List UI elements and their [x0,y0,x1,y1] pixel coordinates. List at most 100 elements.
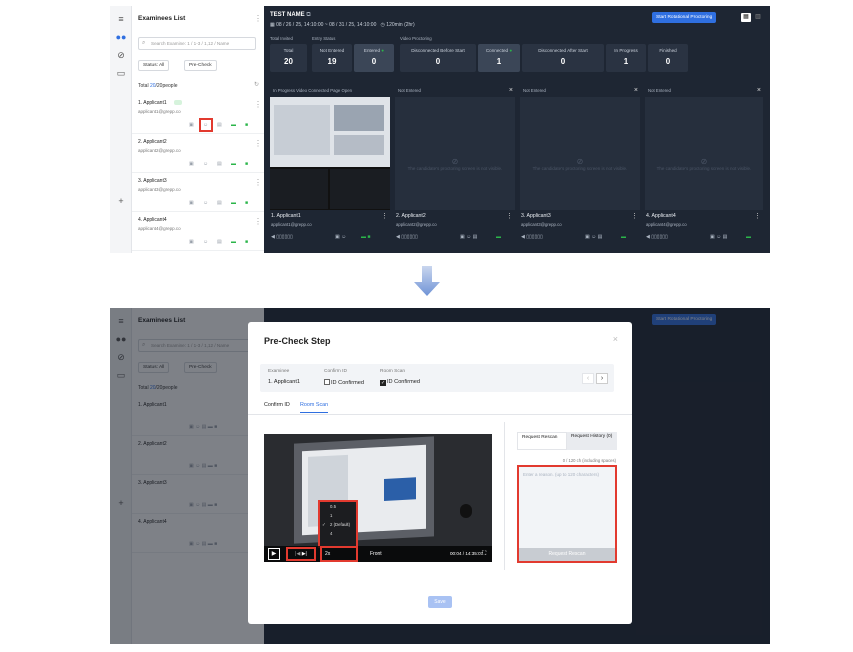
sidebar-title: Examinees List [138,15,186,22]
tab-confirm-id[interactable]: Confirm ID [264,402,290,408]
proctoring-dashboard: ≡ ●● ⊘ ▭ + Examinees List ⋮ ⌕ Search Exam… [110,6,770,253]
item-more-icon[interactable]: ⋮ [254,178,262,187]
speed-option[interactable]: 4 [320,529,356,538]
list-item[interactable]: 2. Applicant2 applicant2@grepp.co ⋮ ▣ ☺ … [132,134,264,173]
video-feed: ⊘ The candidate's proctoring screen is no… [645,97,763,210]
camera-icon[interactable]: ■ [245,239,248,245]
tab-room-scan[interactable]: Room Scan [300,402,329,413]
message-icon[interactable]: ▬ [231,161,236,167]
list-item[interactable]: 3. Applicant3 applicant3@grepp.co ⋮ ▣ ☺ … [132,173,264,212]
status-filter[interactable]: Status: All [138,60,170,71]
id-card-icon[interactable]: ▣ [189,122,194,128]
collapse-menu-icon[interactable]: ≡ [115,14,127,24]
start-rotational-proctoring-button[interactable]: Start Rotational Proctoring [652,12,717,23]
playback-speed-button[interactable]: 2x [320,546,358,562]
sidebar-more-icon[interactable]: ⋮ [254,14,262,23]
card-more-icon[interactable]: ⋮ [506,212,513,220]
grid-view-icon[interactable]: ▦ [741,13,751,22]
speaker-icon: ◀ [646,234,650,240]
screen-icon[interactable]: ▤ [217,200,222,206]
volume-meter: ▯▯▯▯▯▯ [276,234,293,240]
item-more-icon[interactable]: ⋮ [254,100,262,109]
camera-icon[interactable]: ■ [245,200,248,206]
play-button[interactable]: ▶ [268,548,280,560]
frame-step-buttons[interactable]: |◀ ▶| [286,547,316,561]
camera-icon[interactable]: ■ [245,161,248,167]
rescan-reason-textarea[interactable]: Enter a reason. (up to 120 characters) R… [517,465,617,563]
message-icon: ▬ [621,234,626,240]
video-card[interactable]: Not Entered × ⊘ The candidate's proctoring… [520,86,640,246]
tab-request-history[interactable]: Request History (0) [567,432,617,450]
video-card[interactable]: Not Entered × ⊘ The candidate's proctoring… [395,86,515,246]
chat-icon[interactable]: ▭ [115,68,127,78]
next-examinee-button[interactable]: › [596,373,608,384]
card-more-icon[interactable]: ⋮ [754,212,761,220]
mobile-feed [330,169,390,209]
no-video-icon: ⊘ [576,157,584,166]
list-view-icon[interactable]: ▥ [753,13,763,22]
left-rail: ≡ ●● ⊘ ▭ + [110,6,132,253]
speed-option-selected[interactable]: ✓ 2 (Default) [320,520,356,529]
video-feed: ⊘ The candidate's proctoring screen is no… [520,97,640,210]
char-counter: 0 / 120 ch (including spaces) [562,458,616,463]
playback-speed-menu[interactable]: 0.5 1 ✓ 2 (Default) 4 [318,500,358,548]
speed-option[interactable]: 1 [320,511,356,520]
id-card-icon[interactable]: ▣ [189,161,194,167]
add-icon[interactable]: + [115,196,127,206]
id-card-icon[interactable]: ▣ [189,239,194,245]
screen-icon[interactable]: ▤ [217,239,222,245]
id-card-icon: ▣ ☺ ▤ [460,234,478,240]
message-icon[interactable]: ▬ [231,200,236,206]
face-scan-icon[interactable]: ☺ [203,200,208,206]
prev-examinee-button[interactable]: ‹ [582,373,594,384]
precheck-modal: Pre-Check Step × Examinee 1. Applicant1 … [248,322,632,624]
step-back-icon: |◀ [295,551,301,557]
examinees-sidebar: Examinees List ⋮ ⌕ Search Examine: 1 / 1-… [132,6,264,253]
item-more-icon[interactable]: ⋮ [254,217,262,226]
face-scan-icon[interactable]: ☺ [203,239,208,245]
id-card-icon[interactable]: ▣ [189,200,194,206]
stat-finished: Finished 0 [648,44,688,72]
search-input[interactable]: ⌕Search Examine: 1 / 1-3 / 1,12 / Name [138,37,256,50]
card-more-icon[interactable]: ⋮ [631,212,638,220]
modal-title: Pre-Check Step [264,336,331,346]
fullscreen-icon[interactable]: ⛶ [482,546,486,562]
divider [248,414,632,415]
message-icon[interactable]: ▬ [231,122,236,128]
precheck-filter[interactable]: Pre-Check [184,60,217,71]
search-icon: ⌕ [142,40,146,46]
group-total-invited: Total Invited [270,36,293,41]
group-video-proctoring: Video Proctoring [400,36,432,41]
video-card[interactable]: In Progress Video Connected Page Open 1.… [270,86,390,246]
external-link-icon[interactable]: ⧉ [306,12,310,18]
refresh-icon[interactable]: ↻ [254,81,259,88]
close-icon[interactable]: × [509,86,513,96]
speed-option[interactable]: 0.5 [320,502,356,511]
screen-icon[interactable]: ▤ [217,122,222,128]
list-item[interactable]: 4. Applicant4 applicant4@grepp.co ⋮ ▣ ☺ … [132,212,264,251]
room-scan-video[interactable]: 0.5 1 ✓ 2 (Default) 4 ▶ |◀ ▶| 2x Front 00… [264,434,492,562]
close-icon[interactable]: × [634,86,638,96]
block-icon[interactable]: ⊘ [115,50,127,60]
id-card-icon: ▣ ☺ ▤ [710,234,728,240]
stat-not-entered: Not Entered 19 [312,44,352,72]
id-card-icon: ▣ ☺ ▤ [585,234,603,240]
tab-request-rescan[interactable]: Request Rescan [517,432,567,450]
stat-entered: Entered ● 0 [354,44,394,72]
camera-icon[interactable]: ■ [245,122,248,128]
close-icon[interactable]: × [613,334,618,344]
speaker-icon: ◀ [396,234,400,240]
item-more-icon[interactable]: ⋮ [254,139,262,148]
message-icon[interactable]: ▬ [231,239,236,245]
time-display: 00:04 / 14:35:07 [450,551,484,556]
video-card[interactable]: Not Entered × ⊘ The candidate's proctoring… [645,86,763,246]
card-more-icon[interactable]: ⋮ [381,212,388,220]
list-item[interactable]: 1. Applicant1 applicant1@grepp.co ⋮ ▣ ☺ … [132,95,264,134]
face-scan-icon[interactable]: ☺ [203,161,208,167]
users-icon[interactable]: ●● [115,32,127,42]
stat-in-progress: In Progress 1 [606,44,646,72]
request-rescan-button[interactable]: Request Rescan [519,548,615,561]
screen-icon[interactable]: ▤ [217,161,222,167]
close-icon[interactable]: × [757,86,761,96]
save-button[interactable]: Save [428,596,452,608]
